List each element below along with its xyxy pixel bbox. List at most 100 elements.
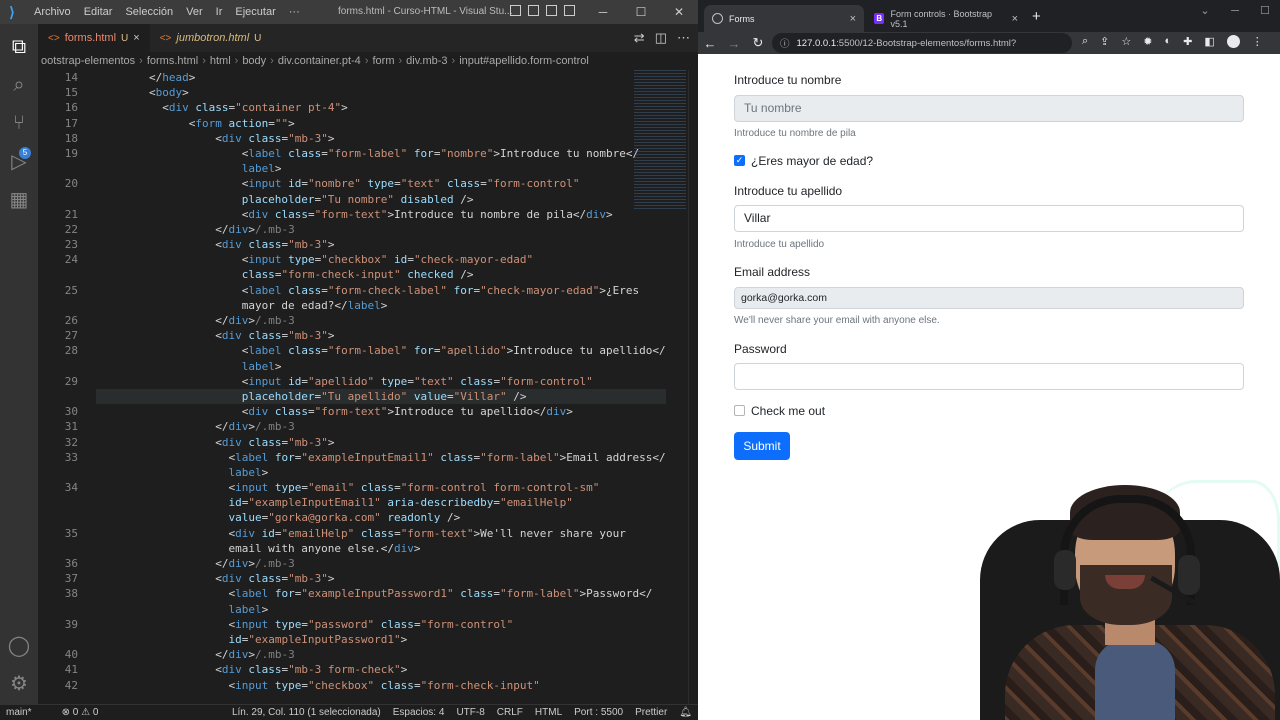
menu-seleccion[interactable]: Selección: [125, 6, 173, 18]
minimap[interactable]: [634, 70, 686, 210]
code-line[interactable]: <div id="emailHelp" class="form-text">We…: [96, 526, 666, 541]
code-line[interactable]: class="form-check-input" checked />: [96, 267, 666, 282]
code-line[interactable]: <body>: [96, 85, 666, 100]
editor-scrollbar[interactable]: [688, 70, 698, 704]
code-line[interactable]: <input type="password" class="form-contr…: [96, 617, 666, 632]
submit-button[interactable]: Submit: [734, 432, 790, 460]
extension-icon[interactable]: ✹: [1143, 35, 1152, 48]
nombre-input[interactable]: Tu nombre: [734, 95, 1244, 122]
code-line[interactable]: mayor de edad?</label>: [96, 298, 666, 313]
notifications-icon[interactable]: 🔔︎: [673, 707, 698, 718]
code-line[interactable]: label>: [96, 465, 666, 480]
puzzle-icon[interactable]: ✚: [1183, 35, 1192, 48]
menu-archivo[interactable]: Archivo: [34, 6, 71, 18]
account-icon[interactable]: ◯: [0, 626, 38, 664]
prettier-status[interactable]: Prettier: [629, 707, 673, 718]
email-input[interactable]: gorka@gorka.com: [734, 287, 1244, 309]
settings-gear-icon[interactable]: ⚙: [0, 664, 38, 702]
minimize-icon[interactable]: ─: [1220, 0, 1250, 22]
side-panel-icon[interactable]: ◧: [1204, 35, 1214, 48]
menu-ejecutar[interactable]: Ejecutar: [235, 6, 275, 18]
code-line[interactable]: <label class="form-check-label" for="che…: [96, 283, 666, 298]
indentation[interactable]: Espacios: 4: [387, 707, 451, 718]
code-line[interactable]: label>: [96, 161, 666, 176]
menu-ir[interactable]: Ir: [216, 6, 223, 18]
open-changes-icon[interactable]: ⇄: [634, 30, 645, 46]
live-server-port[interactable]: Port : 5500: [568, 707, 629, 718]
maximize-icon[interactable]: ☐: [622, 0, 660, 24]
new-tab-button[interactable]: +: [1032, 8, 1041, 25]
more-actions-icon[interactable]: ⋯: [677, 30, 690, 46]
breadcrumb-html[interactable]: html: [207, 55, 234, 67]
url-text[interactable]: 127.0.0.1:5500/12-Bootstrap-elementos/fo…: [797, 38, 1017, 49]
breadcrumb-div[interactable]: div.mb-3: [403, 55, 450, 67]
code-line[interactable]: </div>/.mb-3: [96, 419, 666, 434]
kebab-menu-icon[interactable]: ⋮: [1252, 35, 1263, 48]
code-line[interactable]: placeholder="Tu apellido" value="Villar"…: [96, 388, 666, 405]
chevron-down-icon[interactable]: ⌄: [1190, 0, 1220, 22]
code-line[interactable]: </div>/.mb-3: [96, 222, 666, 237]
code-line[interactable]: </div>/.mb-3: [96, 556, 666, 571]
code-line[interactable]: <label class="form-label" for="nombre">I…: [96, 146, 666, 161]
color-extension-icon[interactable]: ◐: [1164, 35, 1171, 48]
code-line[interactable]: <label for="exampleInputPassword1" class…: [96, 586, 666, 601]
source-control-icon[interactable]: ⑂: [0, 104, 38, 142]
breadcrumb-body[interactable]: body: [239, 55, 269, 67]
code-line[interactable]: <input type="checkbox" class="form-check…: [96, 678, 666, 693]
code-line[interactable]: <div class="mb-3 form-check">: [96, 662, 666, 677]
code-line[interactable]: id="exampleInputPassword1">: [96, 632, 666, 647]
breadcrumb-container[interactable]: div.container.pt-4: [275, 55, 364, 67]
code-line[interactable]: </div>/.mb-3: [96, 647, 666, 662]
forward-arrow-icon[interactable]: →: [722, 36, 746, 51]
code-lines[interactable]: </head> <body> <div class="container pt-…: [96, 70, 666, 693]
code-line[interactable]: <div class="mb-3">: [96, 571, 666, 586]
code-line[interactable]: id = "exampleInputEmail1" aria-describedby…: [96, 495, 666, 510]
breadcrumb-input[interactable]: input#apellido.form-control: [456, 55, 592, 67]
minimize-icon[interactable]: ─: [584, 0, 622, 24]
code-line[interactable]: <label class="form-label" for="apellido"…: [96, 343, 666, 358]
search-icon[interactable]: ⌕: [0, 66, 38, 104]
code-line[interactable]: <div class="form-text">Introduce tu apel…: [96, 404, 666, 419]
code-line[interactable]: </head>: [96, 70, 666, 85]
code-line[interactable]: <input id="nombre" type="text" class="fo…: [96, 176, 666, 191]
check-me-out-label[interactable]: Check me out: [751, 404, 825, 418]
code-line[interactable]: placeholder="Tu nombre" disabled />: [96, 192, 666, 207]
code-editor[interactable]: 14 15 16 17 18 19 20 21 22 23 24 25 26 27 28 29 30 31 32 33…: [38, 70, 698, 704]
site-info-icon[interactable]: ⓘ: [780, 36, 790, 50]
problems-count[interactable]: ⊗ 0 ⚠ 0: [56, 707, 105, 718]
code-line[interactable]: <input type="email" class="form-control …: [96, 480, 666, 495]
menu-ver[interactable]: Ver: [186, 6, 203, 18]
code-line[interactable]: <div class="mb-3">: [96, 435, 666, 450]
close-window-icon[interactable]: ✕: [660, 0, 698, 24]
reload-icon[interactable]: ↻: [746, 35, 770, 51]
maximize-icon[interactable]: ☐: [1250, 0, 1280, 22]
password-input[interactable]: [734, 363, 1244, 390]
code-line[interactable]: <div class="mb-3">: [96, 237, 666, 252]
menu-editar[interactable]: Editar: [84, 6, 113, 18]
check-me-out-checkbox[interactable]: [734, 405, 745, 416]
breadcrumb-folder[interactable]: ootstrap-elementos: [38, 55, 138, 67]
code-line[interactable]: <div class="mb-3">: [96, 328, 666, 343]
tab-close-icon[interactable]: ×: [133, 32, 139, 44]
code-line[interactable]: label>: [96, 602, 666, 617]
code-line[interactable]: <div class="form-text">Introduce tu nomb…: [96, 207, 666, 222]
code-line[interactable]: </div>/.mb-3: [96, 313, 666, 328]
profile-avatar[interactable]: [1226, 35, 1240, 48]
git-branch[interactable]: main*: [0, 707, 38, 718]
code-line[interactable]: <div class="mb-3">: [96, 131, 666, 146]
breadcrumb-file[interactable]: forms.html: [144, 55, 201, 67]
code-line[interactable]: <div class="container pt-4">: [96, 100, 666, 115]
code-line[interactable]: <input type="checkbox" id="check-mayor-e…: [96, 252, 666, 267]
code-line[interactable]: value="gorka@gorka.com" readonly />: [96, 510, 666, 525]
cursor-position[interactable]: Lín. 29, Col. 110 (1 seleccionada): [226, 707, 387, 718]
mayor-edad-label[interactable]: ¿Eres mayor de edad?: [751, 154, 873, 168]
toggle-sidebar-icon[interactable]: [510, 5, 521, 16]
language-mode[interactable]: HTML: [529, 707, 568, 718]
code-line[interactable]: <label for="exampleInputEmail1" class="f…: [96, 450, 666, 465]
apellido-input[interactable]: Villar: [734, 205, 1244, 232]
run-debug-icon[interactable]: ▷: [0, 142, 38, 180]
code-line[interactable]: email with anyone else.</div>: [96, 541, 666, 556]
split-editor-icon[interactable]: ◫: [655, 30, 667, 46]
tab-forms-html[interactable]: <> forms.html U ×: [38, 24, 150, 52]
line-ending[interactable]: CRLF: [491, 707, 529, 718]
